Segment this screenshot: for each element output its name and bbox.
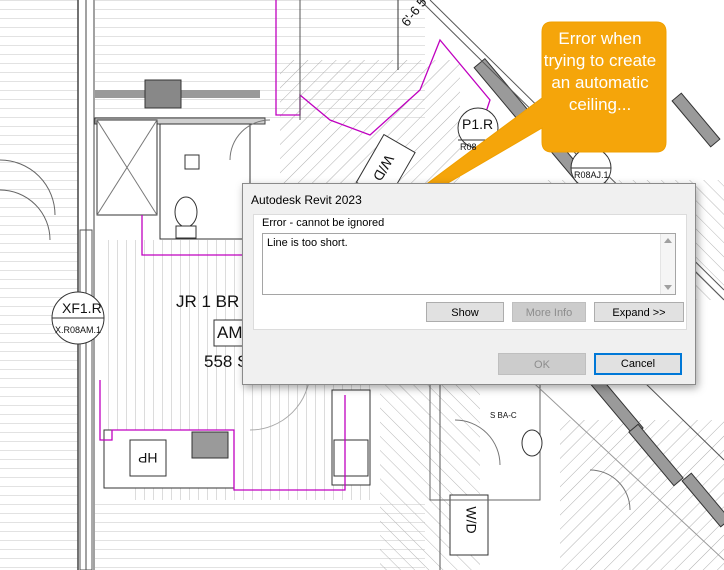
dialog-title: Autodesk Revit 2023 bbox=[251, 193, 362, 207]
scroll-up-icon[interactable] bbox=[664, 238, 672, 243]
dialog-panel: Error - cannot be ignored Line is too sh… bbox=[253, 214, 687, 330]
appliance-hp: HP bbox=[138, 450, 158, 466]
scroll-down-icon[interactable] bbox=[664, 285, 672, 290]
cancel-button[interactable]: Cancel bbox=[594, 353, 682, 375]
appliance-wd: W/D bbox=[463, 506, 480, 534]
message-scrollbar[interactable] bbox=[660, 234, 675, 294]
callout-text: Error when trying to create an automatic… bbox=[543, 29, 657, 114]
expand-button[interactable]: Expand >> bbox=[594, 302, 684, 322]
door-tag-r08aj-sub: R08AJ.1 bbox=[574, 170, 609, 180]
error-heading: Error - cannot be ignored bbox=[262, 217, 385, 229]
door-tag-xf1-label: XF1.R bbox=[62, 300, 102, 316]
left-corridor-hatch bbox=[0, 0, 78, 570]
door-tag-xf1-sub: X.R08AM.1 bbox=[55, 325, 102, 335]
ok-button[interactable]: OK bbox=[498, 353, 586, 375]
show-button[interactable]: Show bbox=[426, 302, 504, 322]
error-message: Line is too short. bbox=[267, 237, 348, 249]
error-message-box[interactable]: Line is too short. bbox=[262, 233, 676, 295]
toilet bbox=[174, 196, 198, 228]
unit-tag: S BA-C bbox=[490, 411, 517, 420]
room-name: JR 1 BR - bbox=[176, 292, 250, 311]
door-tag-p1-sub: R08 bbox=[460, 142, 477, 152]
room-tag: AM bbox=[217, 323, 243, 342]
bathroom bbox=[159, 123, 251, 240]
column bbox=[144, 79, 182, 109]
more-info-button[interactable]: More Info bbox=[512, 302, 586, 322]
door-tag-p1-label: P1.R bbox=[462, 116, 494, 132]
bottom-hatch bbox=[95, 500, 425, 570]
error-dialog: Autodesk Revit 2023 Error - cannot be ig… bbox=[242, 183, 696, 385]
